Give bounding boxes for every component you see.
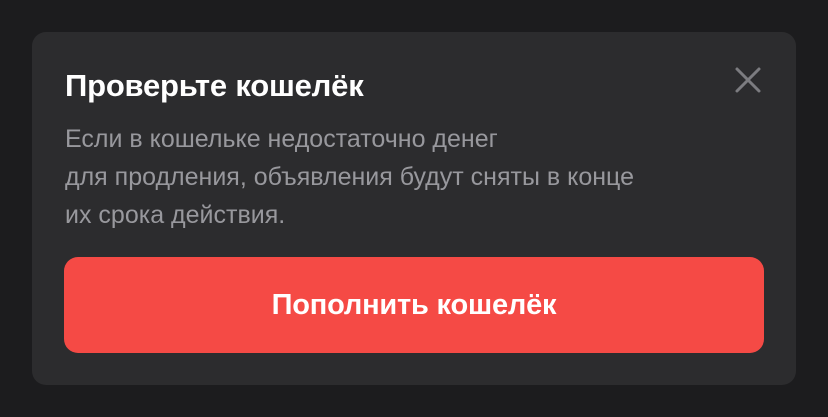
description-line: для продления, объявления будут сняты в …	[65, 163, 634, 191]
wallet-dialog: Проверьте кошелёк Если в кошельке недост…	[32, 32, 796, 385]
dialog-title: Проверьте кошелёк	[65, 68, 364, 103]
close-icon	[735, 67, 761, 93]
top-up-wallet-button[interactable]: Пополнить кошелёк	[64, 257, 764, 353]
description-line: их срока действия.	[65, 201, 286, 229]
description-line: Если в кошельке недостаточно денег	[65, 125, 498, 153]
dialog-description: Если в кошельке недостаточно денег для п…	[65, 120, 765, 234]
close-button[interactable]	[730, 62, 766, 98]
